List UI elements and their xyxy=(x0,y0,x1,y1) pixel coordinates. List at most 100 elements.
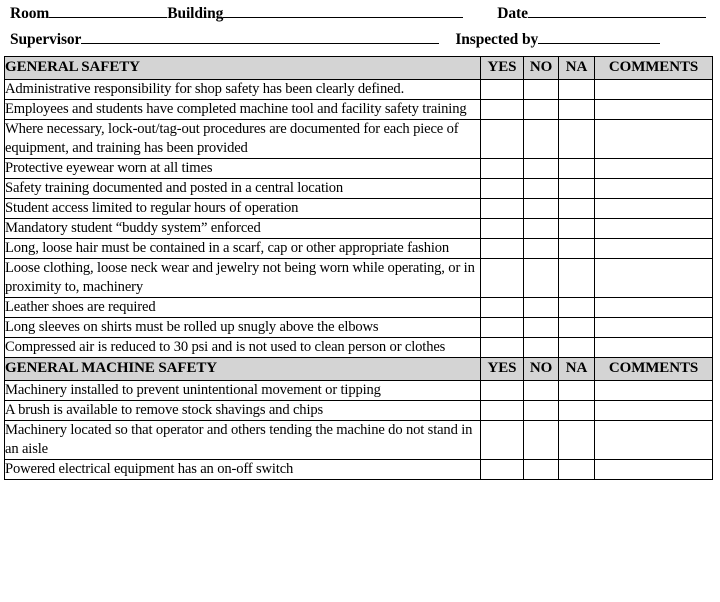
comments-cell[interactable] xyxy=(594,258,713,298)
yes-checkbox-cell[interactable] xyxy=(480,99,524,120)
column-header-na: NA xyxy=(558,357,595,381)
na-checkbox-cell[interactable] xyxy=(558,79,595,100)
comments-cell[interactable] xyxy=(594,178,713,199)
comments-cell[interactable] xyxy=(594,218,713,239)
na-checkbox-cell[interactable] xyxy=(558,400,595,421)
checklist-item-label: Long, loose hair must be contained in a … xyxy=(4,238,481,259)
yes-checkbox-cell[interactable] xyxy=(480,198,524,219)
checklist-item-label: Machinery installed to prevent unintenti… xyxy=(4,380,481,401)
column-header-comments: COMMENTS xyxy=(594,357,713,381)
column-header-comments: COMMENTS xyxy=(594,56,713,80)
yes-checkbox-cell[interactable] xyxy=(480,238,524,259)
comments-cell[interactable] xyxy=(594,297,713,318)
inspected-by-blank[interactable] xyxy=(538,30,661,44)
comments-cell[interactable] xyxy=(594,158,713,179)
supervisor-label: Supervisor xyxy=(10,31,82,48)
yes-checkbox-cell[interactable] xyxy=(480,297,524,318)
comments-cell[interactable] xyxy=(594,198,713,219)
date-field[interactable]: Date xyxy=(497,4,706,23)
checklist-row: Where necessary, lock-out/tag-out proced… xyxy=(4,119,713,159)
section-title: GENERAL MACHINE SAFETY xyxy=(4,357,481,381)
inspected-by-label: Inspected by xyxy=(455,31,539,48)
comments-cell[interactable] xyxy=(594,79,713,100)
yes-checkbox-cell[interactable] xyxy=(480,258,524,298)
yes-checkbox-cell[interactable] xyxy=(480,380,524,401)
na-checkbox-cell[interactable] xyxy=(558,178,595,199)
checklist-item-label: Protective eyewear worn at all times xyxy=(4,158,481,179)
column-header-yes: YES xyxy=(480,56,524,80)
no-checkbox-cell[interactable] xyxy=(523,420,559,460)
na-checkbox-cell[interactable] xyxy=(558,420,595,460)
supervisor-blank[interactable] xyxy=(81,30,440,44)
room-field[interactable]: Room xyxy=(10,4,168,23)
checklist-row: Loose clothing, loose neck wear and jewe… xyxy=(4,258,713,298)
checklist-item-label: Leather shoes are required xyxy=(4,297,481,318)
checklist-row: Machinery located so that operator and o… xyxy=(4,420,713,460)
no-checkbox-cell[interactable] xyxy=(523,99,559,120)
building-field[interactable]: Building xyxy=(167,4,464,23)
checklist-item-label: Safety training documented and posted in… xyxy=(4,178,481,199)
no-checkbox-cell[interactable] xyxy=(523,459,559,480)
no-checkbox-cell[interactable] xyxy=(523,297,559,318)
form-header: Room Building Date Supervisor Inspected … xyxy=(0,0,720,56)
yes-checkbox-cell[interactable] xyxy=(480,79,524,100)
comments-cell[interactable] xyxy=(594,119,713,159)
no-checkbox-cell[interactable] xyxy=(523,119,559,159)
no-checkbox-cell[interactable] xyxy=(523,198,559,219)
comments-cell[interactable] xyxy=(594,400,713,421)
checklist-item-label: Powered electrical equipment has an on-o… xyxy=(4,459,481,480)
checklist-row: Protective eyewear worn at all times xyxy=(4,158,713,179)
na-checkbox-cell[interactable] xyxy=(558,238,595,259)
yes-checkbox-cell[interactable] xyxy=(480,218,524,239)
comments-cell[interactable] xyxy=(594,459,713,480)
no-checkbox-cell[interactable] xyxy=(523,400,559,421)
column-header-yes: YES xyxy=(480,357,524,381)
no-checkbox-cell[interactable] xyxy=(523,218,559,239)
form-line-1: Room Building Date xyxy=(10,4,714,30)
yes-checkbox-cell[interactable] xyxy=(480,178,524,199)
na-checkbox-cell[interactable] xyxy=(558,337,595,358)
na-checkbox-cell[interactable] xyxy=(558,158,595,179)
na-checkbox-cell[interactable] xyxy=(558,198,595,219)
na-checkbox-cell[interactable] xyxy=(558,459,595,480)
building-blank[interactable] xyxy=(223,4,464,18)
yes-checkbox-cell[interactable] xyxy=(480,119,524,159)
no-checkbox-cell[interactable] xyxy=(523,79,559,100)
no-checkbox-cell[interactable] xyxy=(523,337,559,358)
yes-checkbox-cell[interactable] xyxy=(480,420,524,460)
no-checkbox-cell[interactable] xyxy=(523,317,559,338)
na-checkbox-cell[interactable] xyxy=(558,297,595,318)
checklist-row: Powered electrical equipment has an on-o… xyxy=(4,459,713,480)
comments-cell[interactable] xyxy=(594,99,713,120)
supervisor-field[interactable]: Supervisor xyxy=(10,30,440,49)
na-checkbox-cell[interactable] xyxy=(558,258,595,298)
no-checkbox-cell[interactable] xyxy=(523,238,559,259)
no-checkbox-cell[interactable] xyxy=(523,258,559,298)
comments-cell[interactable] xyxy=(594,238,713,259)
comments-cell[interactable] xyxy=(594,337,713,358)
no-checkbox-cell[interactable] xyxy=(523,178,559,199)
yes-checkbox-cell[interactable] xyxy=(480,158,524,179)
checklist-item-label: Long sleeves on shirts must be rolled up… xyxy=(4,317,481,338)
na-checkbox-cell[interactable] xyxy=(558,119,595,159)
comments-cell[interactable] xyxy=(594,420,713,460)
na-checkbox-cell[interactable] xyxy=(558,218,595,239)
comments-cell[interactable] xyxy=(594,317,713,338)
inspected-by-field[interactable]: Inspected by xyxy=(455,30,661,49)
yes-checkbox-cell[interactable] xyxy=(480,337,524,358)
comments-cell[interactable] xyxy=(594,380,713,401)
checklist-item-label: Where necessary, lock-out/tag-out proced… xyxy=(4,119,481,159)
no-checkbox-cell[interactable] xyxy=(523,158,559,179)
checklist-item-label: Loose clothing, loose neck wear and jewe… xyxy=(4,258,481,298)
na-checkbox-cell[interactable] xyxy=(558,99,595,120)
checklist-row: Long, loose hair must be contained in a … xyxy=(4,238,713,259)
na-checkbox-cell[interactable] xyxy=(558,380,595,401)
date-blank[interactable] xyxy=(527,4,706,18)
yes-checkbox-cell[interactable] xyxy=(480,317,524,338)
checklist-row: Leather shoes are required xyxy=(4,297,713,318)
yes-checkbox-cell[interactable] xyxy=(480,400,524,421)
na-checkbox-cell[interactable] xyxy=(558,317,595,338)
no-checkbox-cell[interactable] xyxy=(523,380,559,401)
yes-checkbox-cell[interactable] xyxy=(480,459,524,480)
room-blank[interactable] xyxy=(49,4,168,18)
